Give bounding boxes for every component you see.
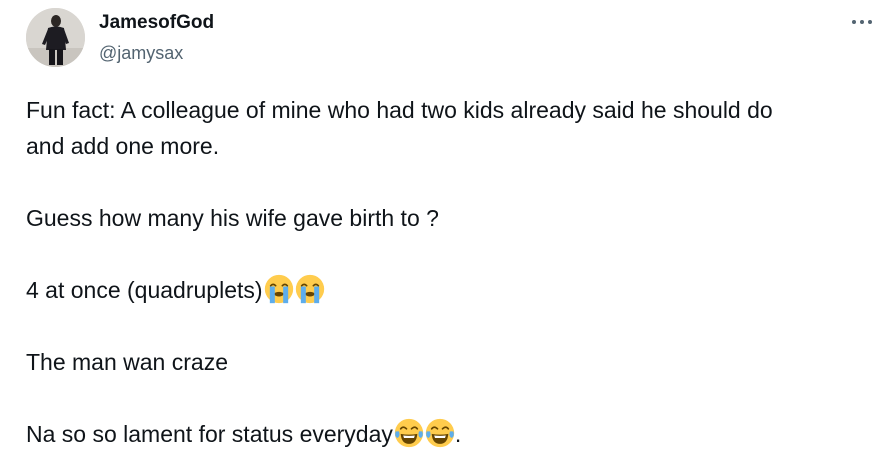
loudly-crying-face-emoji [264,274,293,304]
tweet-line: Guess how many his wife gave birth to ? [26,205,439,231]
tweet-text-segment: Na so so lament for status everyday [26,421,393,447]
tweet-text: Fun fact: A colleague of mine who had tw… [26,92,878,450]
tweet-line: and add one more. [26,133,220,159]
avatar[interactable] [26,8,85,67]
avatar-photo [26,8,85,67]
tweet-line: The man wan craze [26,349,228,375]
display-name[interactable]: JamesofGod [99,12,214,34]
face-with-tears-of-joy-emoji [425,418,455,448]
tweet-text-segment: 4 at once (quadruplets) [26,277,263,303]
tweet-line-with-emoji: Na so so lament for status everyday . [26,416,878,450]
user-handle[interactable]: @jamysax [99,43,183,64]
loudly-crying-face-emoji [295,274,324,304]
tweet-line-with-emoji: 4 at once (quadruplets) [26,272,878,308]
more-horizontal-icon [852,20,872,24]
more-options-button[interactable] [848,12,876,32]
tweet-line: Fun fact: A colleague of mine who had tw… [26,97,773,123]
tweet-text-suffix: . [454,421,462,447]
tweet-card: JamesofGod @jamysax Fun fact: A colleagu… [0,0,882,450]
face-with-tears-of-joy-emoji [394,418,424,448]
